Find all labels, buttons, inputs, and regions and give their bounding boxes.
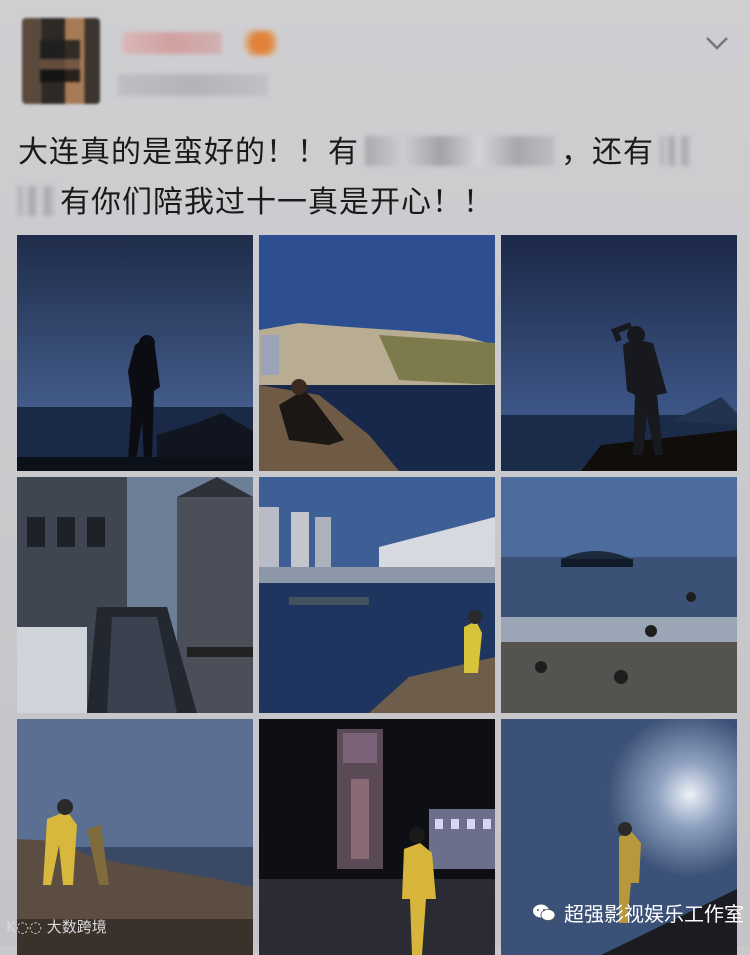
redacted-mention xyxy=(660,136,690,166)
photo-6[interactable] xyxy=(501,477,737,713)
photo-3[interactable] xyxy=(501,235,737,471)
post-text-part: 有你们陪我过十一真是开心！！ xyxy=(60,185,494,220)
photo-8[interactable] xyxy=(259,719,495,955)
username-redacted[interactable] xyxy=(122,32,222,54)
photo-1[interactable] xyxy=(17,235,253,471)
post-text-part: 大连真的是蛮好的！！有 xyxy=(18,135,359,170)
photo-5[interactable] xyxy=(259,477,495,713)
weibo-post: 大连真的是蛮好的！！有 ，还有 有你们陪我过十一真是开心！！ K◌◌ 大数跨境 … xyxy=(0,0,750,955)
redacted-mention xyxy=(18,186,54,216)
logo-icon: K◌◌ xyxy=(6,918,47,936)
timestamp-redacted xyxy=(118,74,268,96)
photo-2[interactable] xyxy=(259,235,495,471)
avatar[interactable] xyxy=(22,18,100,104)
badge-redacted xyxy=(242,30,280,56)
photo-4[interactable] xyxy=(17,477,253,713)
post-text-part: ，还有 xyxy=(561,135,654,170)
redacted-mention xyxy=(365,136,555,166)
watermark-right: 超强影视娱乐工作室 xyxy=(532,898,744,927)
wechat-icon xyxy=(533,904,556,921)
post-text: 大连真的是蛮好的！！有 ，还有 有你们陪我过十一真是开心！！ xyxy=(18,128,734,228)
chevron-down-icon[interactable] xyxy=(705,36,729,50)
watermark-left: K◌◌ 大数跨境 xyxy=(6,918,107,936)
